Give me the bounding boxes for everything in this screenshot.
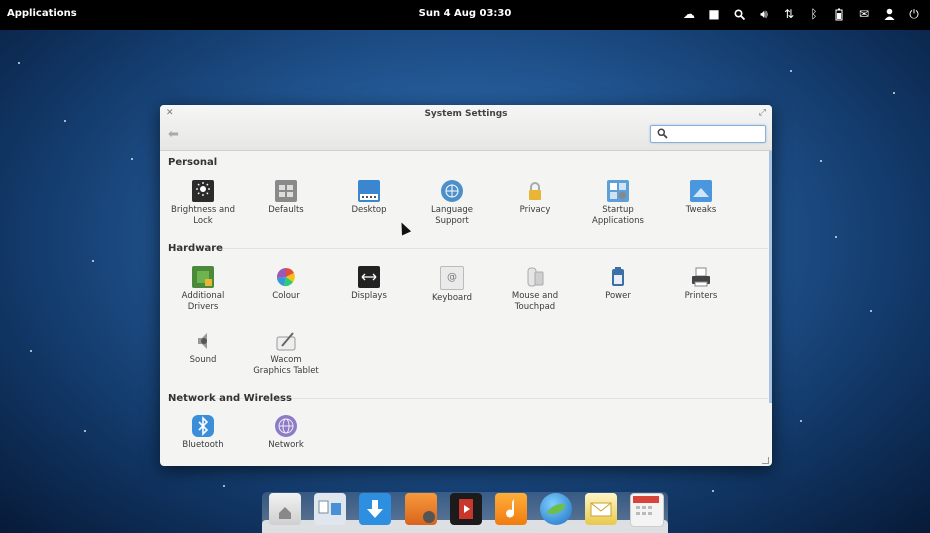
displays-icon — [358, 266, 380, 288]
mail-icon[interactable]: ✉ — [856, 6, 872, 22]
weather-icon[interactable]: ☁ — [681, 6, 697, 22]
section-title-network-wireless: Network and Wireless — [168, 393, 292, 404]
item-desktop[interactable]: Desktop — [329, 180, 409, 216]
battery-icon[interactable] — [831, 6, 847, 22]
item-label: Network — [268, 440, 304, 450]
network-icon[interactable]: ⇅ — [781, 6, 797, 22]
language-icon — [441, 180, 463, 202]
item-printers[interactable]: Printers — [661, 266, 741, 302]
privacy-lock-icon — [524, 180, 546, 202]
item-label: Privacy — [519, 205, 551, 215]
calendar-icon[interactable] — [630, 493, 664, 527]
back-arrow-icon[interactable]: ⬅ — [168, 127, 179, 142]
item-colour[interactable]: Colour — [246, 266, 326, 302]
item-mouse-touchpad[interactable]: Mouse and Touchpad — [495, 266, 575, 313]
user-icon[interactable] — [881, 6, 897, 22]
svg-text:@: @ — [447, 272, 457, 283]
multitasking-icon[interactable] — [314, 493, 346, 525]
defaults-icon — [275, 180, 297, 202]
indicator-area: ☁ ■ 🔊︎ ⇅ ᛒ ✉ ⏻ — [681, 6, 922, 22]
section-divider — [168, 248, 768, 249]
tablet-pen-icon — [275, 330, 297, 352]
power-icon[interactable]: ⏻ — [906, 6, 922, 22]
item-label: Displays — [351, 291, 387, 301]
item-wacom-tablet[interactable]: Wacom Graphics Tablet — [246, 330, 326, 377]
item-tweaks[interactable]: Tweaks — [661, 180, 741, 216]
volume-icon[interactable]: 🔊︎ — [756, 6, 772, 22]
drivers-chip-icon — [192, 266, 214, 288]
mail-icon[interactable] — [585, 493, 617, 525]
item-keyboard[interactable]: @ Keyboard — [412, 266, 492, 304]
keyboard-icon: @ — [440, 266, 464, 290]
item-label: Keyboard — [432, 293, 472, 303]
bluetooth-icon — [192, 415, 214, 437]
music-icon[interactable] — [495, 493, 527, 525]
desktop-icon — [358, 180, 380, 202]
item-sound[interactable]: Sound — [163, 330, 243, 366]
resize-grip[interactable] — [762, 457, 769, 464]
item-label: Brightness and Lock — [171, 205, 235, 226]
item-additional-drivers[interactable]: Additional Drivers — [163, 266, 243, 313]
home-folder-icon[interactable] — [269, 493, 301, 525]
settings-content: Personal Brightness and Lock Defaults De… — [160, 151, 768, 466]
item-displays[interactable]: Displays — [329, 266, 409, 302]
downloads-icon[interactable] — [359, 493, 391, 525]
video-player-icon[interactable] — [450, 493, 482, 525]
network-globe-icon — [275, 415, 297, 437]
dock — [262, 492, 668, 533]
item-defaults[interactable]: Defaults — [246, 180, 326, 216]
item-power[interactable]: Power — [578, 266, 658, 302]
photos-icon[interactable] — [405, 493, 437, 525]
window-title: System Settings — [424, 109, 508, 119]
item-label: Mouse and Touchpad — [511, 291, 559, 312]
item-label: Additional Drivers — [181, 291, 225, 312]
item-language-support[interactable]: Language Support — [412, 180, 492, 227]
item-label: Colour — [272, 291, 300, 301]
maximize-icon[interactable]: ⤢ — [759, 108, 766, 118]
search-field[interactable] — [650, 125, 766, 143]
bluetooth-icon[interactable]: ᛒ — [806, 6, 822, 22]
startup-apps-icon — [607, 180, 629, 202]
item-label: Tweaks — [685, 205, 717, 215]
mouse-icon — [524, 266, 546, 288]
item-privacy[interactable]: Privacy — [495, 180, 575, 216]
search-icon — [657, 128, 668, 139]
item-label: Defaults — [268, 205, 304, 215]
item-brightness-lock[interactable]: Brightness and Lock — [163, 180, 243, 227]
item-label: Printers — [684, 291, 718, 301]
item-label: Startup Applications — [592, 205, 644, 226]
top-panel: Applications Sun 4 Aug 03:30 ☁ ■ 🔊︎ ⇅ ᛒ … — [0, 0, 930, 30]
speaker-icon — [192, 330, 214, 352]
search-icon[interactable] — [731, 6, 747, 22]
browser-icon[interactable] — [540, 493, 572, 525]
section-title-hardware: Hardware — [168, 243, 223, 254]
brightness-lock-icon — [192, 180, 214, 202]
search-input[interactable] — [673, 127, 763, 141]
item-label: Power — [605, 291, 631, 301]
item-startup-applications[interactable]: Startup Applications — [578, 180, 658, 227]
item-label: Desktop — [351, 205, 387, 215]
window-titlebar: ✕ System Settings ⤢ ⬅ — [160, 105, 772, 151]
colour-wheel-icon — [275, 266, 297, 288]
scrollbar[interactable] — [769, 151, 772, 403]
item-label: Bluetooth — [182, 440, 224, 450]
workspace-icon[interactable]: ■ — [706, 6, 722, 22]
item-label: Sound — [189, 355, 217, 365]
section-title-personal: Personal — [168, 157, 218, 168]
item-bluetooth[interactable]: Bluetooth — [163, 415, 243, 451]
item-label: Wacom Graphics Tablet — [253, 355, 319, 376]
item-network[interactable]: Network — [246, 415, 326, 451]
tweaks-icon — [690, 180, 712, 202]
item-label: Language Support — [431, 205, 473, 226]
system-settings-window: ✕ System Settings ⤢ ⬅ Personal Brightnes… — [160, 105, 772, 466]
power-battery-icon — [607, 266, 629, 288]
printer-icon — [690, 266, 712, 288]
